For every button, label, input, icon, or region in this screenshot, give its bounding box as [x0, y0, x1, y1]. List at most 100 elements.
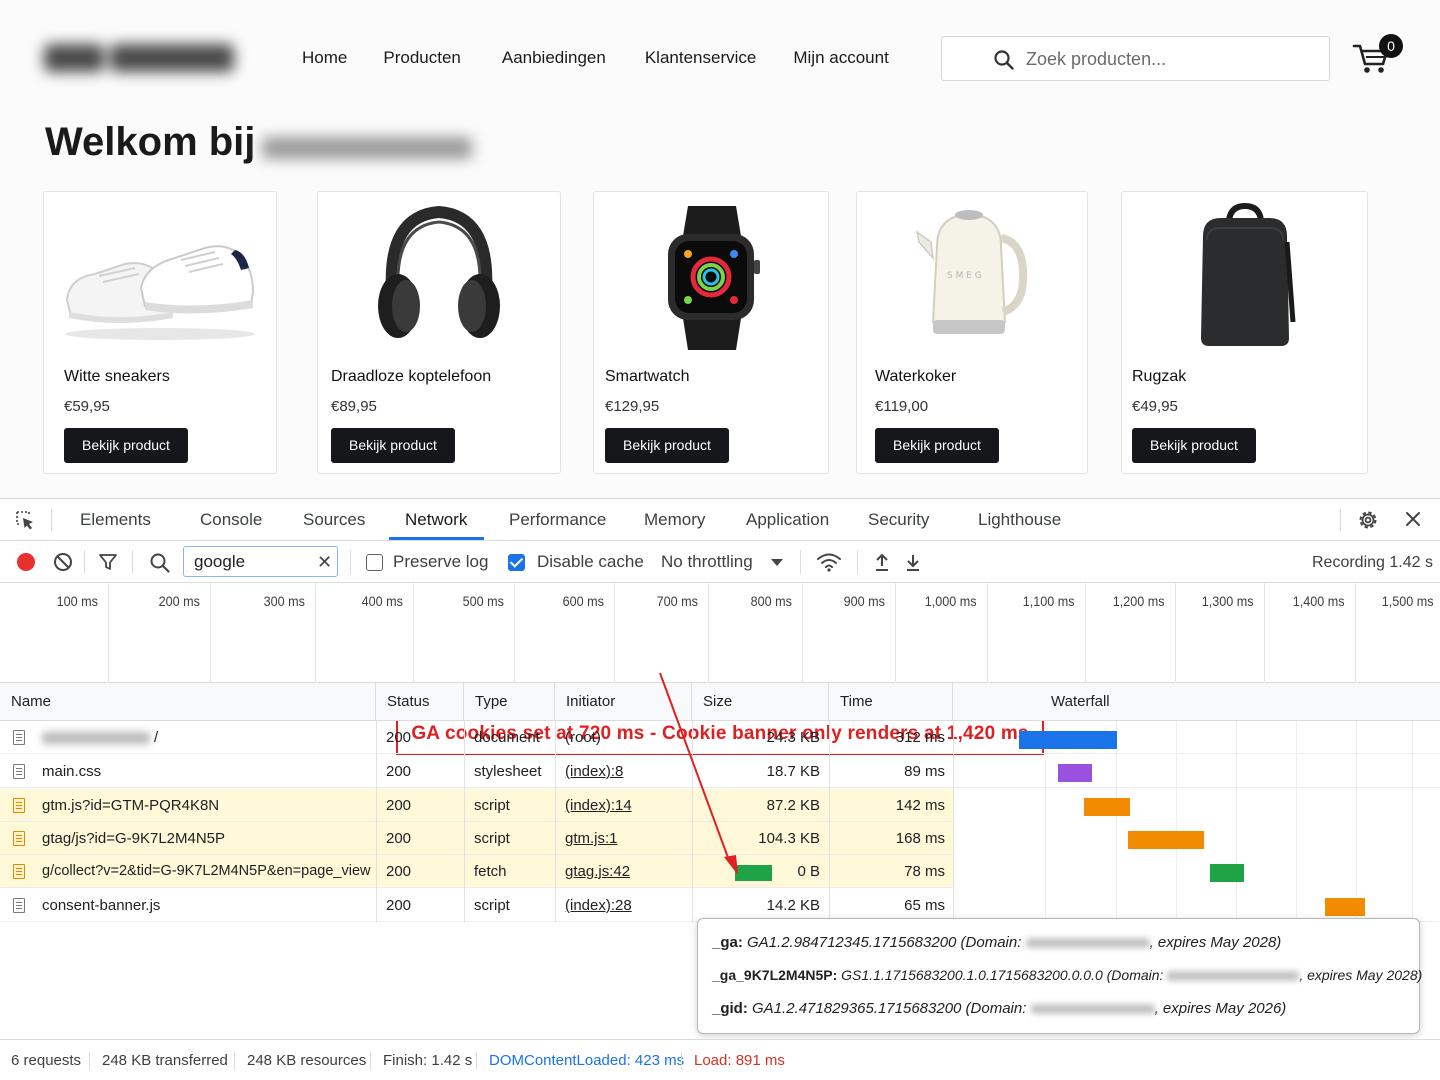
chevron-down-icon[interactable] [771, 559, 783, 566]
network-status-bar: 6 requests 248 KB transferred 248 KB res… [0, 1039, 1440, 1080]
tab-elements[interactable]: Elements [80, 510, 151, 530]
column-time[interactable]: Time [829, 683, 953, 721]
table-row[interactable]: g/collect?v=2&tid=G-9K7L2M4N5P&en=page_v… [0, 855, 953, 888]
backpack-image[interactable] [1122, 202, 1367, 352]
request-status: 200 [386, 830, 412, 847]
initiator-link[interactable]: gtm.js:1 [565, 822, 685, 855]
search-icon[interactable] [149, 552, 171, 574]
script-icon [13, 831, 25, 846]
tab-security[interactable]: Security [868, 510, 929, 530]
nav-klantenservice[interactable]: Klantenservice [645, 48, 757, 68]
initiator-link[interactable]: (index):28 [565, 889, 685, 922]
view-product-button[interactable]: Bekijk product [331, 428, 455, 463]
site-logo[interactable] [44, 38, 236, 78]
wifi-icon[interactable] [816, 552, 842, 572]
product-card: Draadloze koptelefoon €89,95 Bekijk prod… [317, 191, 561, 474]
kettle-image[interactable]: S M E G [857, 202, 1087, 352]
view-product-button[interactable]: Bekijk product [1132, 428, 1256, 463]
tick-label: 300 ms [263, 593, 305, 609]
cookie-key: _ga_9K7L2M4N5P: [712, 967, 838, 983]
column-status[interactable]: Status [376, 683, 464, 721]
product-price: €59,95 [64, 398, 110, 415]
clear-filter-icon[interactable]: ✕ [317, 552, 332, 573]
view-product-button[interactable]: Bekijk product [605, 428, 729, 463]
request-name: consent-banner.js [42, 897, 161, 914]
transferred-size: 248 KB transferred [102, 1052, 228, 1069]
nav-aanbiedingen[interactable]: Aanbiedingen [502, 48, 606, 68]
nav-home[interactable]: Home [302, 48, 347, 68]
preserve-log-checkbox[interactable] [366, 554, 383, 571]
table-row[interactable]: gtm.js?id=GTM-PQR4K8N 200 script (index)… [0, 789, 953, 822]
nav-producten[interactable]: Producten [383, 48, 461, 68]
table-row[interactable]: gtag/js?id=G-9K7L2M4N5P 200 script gtm.j… [0, 822, 953, 855]
waterfall-bar[interactable] [1019, 731, 1117, 749]
request-type: document [474, 729, 540, 746]
product-price: €49,95 [1132, 398, 1178, 415]
nav-mijn-account[interactable]: Mijn account [793, 48, 888, 68]
initiator-link[interactable]: gtag.js:42 [565, 855, 685, 888]
product-name: Waterkoker [875, 368, 957, 385]
table-row[interactable]: main.css 200 stylesheet (index):8 18.7 K… [0, 755, 1440, 788]
sneakers-image[interactable] [44, 202, 276, 352]
column-type[interactable]: Type [464, 683, 555, 721]
tick-label: 600 ms [562, 593, 604, 609]
tab-memory[interactable]: Memory [644, 510, 705, 530]
clear-icon[interactable] [53, 552, 73, 572]
column-size[interactable]: Size [692, 683, 829, 721]
request-status: 200 [386, 897, 412, 914]
filter-icon[interactable] [98, 552, 118, 572]
column-name[interactable]: Name [0, 683, 376, 721]
tab-sources[interactable]: Sources [303, 510, 365, 530]
tab-application[interactable]: Application [746, 510, 829, 530]
network-filter[interactable]: ✕ [183, 546, 338, 577]
download-icon[interactable] [904, 552, 922, 572]
headphones-image[interactable] [318, 202, 560, 352]
view-product-button[interactable]: Bekijk product [64, 428, 188, 463]
tick-label: 500 ms [462, 593, 504, 609]
cookie-value: GS1.1.1715683200.1.0.1715683200.0.0.0 (D… [841, 967, 1164, 983]
tab-network[interactable]: Network [405, 510, 467, 530]
disable-cache-checkbox[interactable] [508, 554, 525, 571]
request-status: 200 [386, 797, 412, 814]
redacted-shop-name [262, 132, 472, 164]
tab-performance[interactable]: Performance [509, 510, 606, 530]
smartwatch-image[interactable] [594, 202, 828, 352]
inspect-element-icon[interactable] [14, 509, 36, 531]
throttling-select[interactable]: No throttling [661, 552, 753, 572]
record-button[interactable] [17, 553, 35, 571]
waterfall-bar[interactable] [1084, 798, 1130, 816]
view-product-button[interactable]: Bekijk product [875, 428, 999, 463]
product-search[interactable] [941, 36, 1330, 81]
filter-input[interactable] [194, 552, 304, 572]
column-initiator[interactable]: Initiator [555, 683, 692, 721]
requests-count: 6 requests [11, 1052, 82, 1069]
cookie-value: GA1.2.984712345.1715683200 (Domain: [747, 934, 1022, 951]
request-name: / [154, 729, 159, 746]
network-toolbar: ✕ Preserve log Disable cache No throttli… [0, 541, 1440, 583]
request-name: main.css [42, 763, 102, 780]
page-title: Welkom bij [45, 120, 256, 164]
search-input[interactable] [1026, 46, 1306, 72]
column-waterfall[interactable]: Waterfall [953, 683, 1440, 721]
waterfall-bar[interactable] [1325, 898, 1365, 916]
document-icon [13, 764, 25, 779]
upload-icon[interactable] [873, 552, 891, 572]
tab-lighthouse[interactable]: Lighthouse [978, 510, 1061, 530]
request-time: 89 ms [904, 763, 945, 780]
waterfall-bar[interactable] [1058, 764, 1092, 782]
waterfall-bar[interactable] [1128, 831, 1204, 849]
product-price: €119,00 [875, 398, 929, 415]
devtools-panel: Elements Console Sources Network Perform… [0, 498, 1440, 1080]
tick-label: 1,000 ms [925, 593, 977, 609]
table-row[interactable]: / 200 document (root) 24.3 KB 312 ms [0, 721, 1440, 754]
waterfall-bar[interactable] [1210, 864, 1244, 882]
initiator-link[interactable]: (index):8 [565, 755, 685, 788]
timeline-overview[interactable]: 100 ms 200 ms 300 ms 400 ms 500 ms 600 m… [0, 583, 1440, 755]
initiator-link[interactable]: (index):14 [565, 789, 685, 822]
settings-gear-icon[interactable] [1356, 508, 1380, 532]
fetch-icon [13, 864, 25, 879]
tick-label: 200 ms [158, 593, 200, 609]
tab-console[interactable]: Console [200, 510, 262, 530]
close-icon[interactable] [1404, 510, 1422, 528]
tick-label: 1,400 ms [1293, 593, 1345, 609]
